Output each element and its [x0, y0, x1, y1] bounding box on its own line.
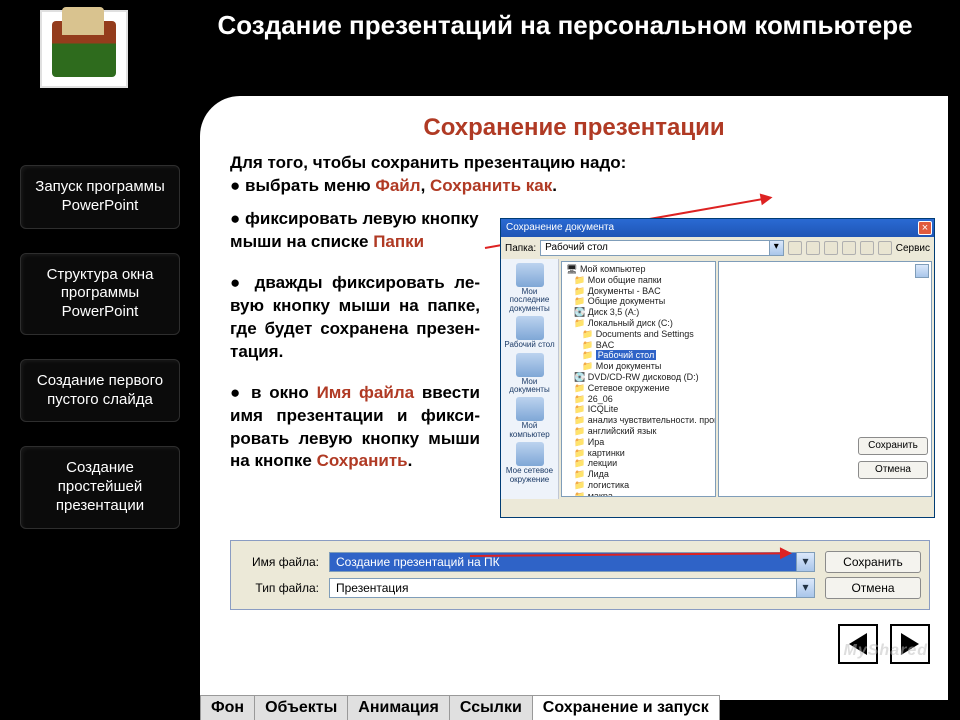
new-folder-icon[interactable] [860, 241, 874, 255]
chevron-down-icon[interactable]: ▾ [769, 241, 783, 255]
sidebar: Запуск программы PowerPoint Структура ок… [20, 165, 180, 553]
b4-prefix: ● в окно [230, 383, 317, 402]
filename-label: Имя файла: [239, 555, 319, 569]
bottom-tabs: ФонОбъектыАнимацияСсылкиСохранение и зап… [200, 692, 720, 720]
tree-item[interactable]: лекции [564, 458, 713, 469]
tab-4[interactable]: Сохранение и запуск [532, 695, 720, 720]
save-dialog-buttons: Сохранить Отмена [858, 437, 928, 479]
tree-item[interactable]: картинки [564, 448, 713, 459]
tree-item[interactable]: ICQLite [564, 404, 713, 415]
place-mydocs[interactable]: Мои документы [504, 353, 556, 395]
tree-item[interactable]: Documents and Settings [564, 329, 713, 340]
tree-item[interactable]: DVD/CD-RW дисковод (D:) [564, 372, 713, 383]
dialog-cancel-button[interactable]: Отмена [858, 461, 928, 479]
folder-tree[interactable]: Мой компьютерМои общие папкиДокументы - … [561, 261, 716, 497]
save-button[interactable]: Сохранить [825, 551, 921, 573]
filetype-label: Тип файла: [239, 581, 319, 595]
b1-saveas: Сохранить как [430, 176, 552, 195]
b4-red2: Сохранить [317, 451, 408, 470]
place-network[interactable]: Мое сетевое окружение [504, 442, 556, 484]
close-icon[interactable]: × [918, 221, 932, 235]
tab-3[interactable]: Ссылки [449, 695, 533, 720]
chevron-down-icon[interactable]: ▾ [796, 579, 814, 597]
search-icon[interactable] [824, 241, 838, 255]
tree-item[interactable]: анализ чувствительности. провер... [564, 415, 713, 426]
tree-item[interactable]: Общие документы [564, 296, 713, 307]
tree-item[interactable]: Рабочий стол [564, 350, 713, 361]
file-name-bar: Имя файла: Создание презентаций на ПК ▾ … [230, 540, 930, 610]
b2-prefix: ● фиксировать левую кнопку мыши на списк… [230, 209, 479, 251]
b3: ● дважды фиксировать ле- вую кнопку мыши… [230, 272, 480, 364]
tree-item[interactable]: Лида [564, 469, 713, 480]
folder-label: Папка: [505, 243, 536, 254]
folder-combo-value: Рабочий стол [545, 242, 608, 253]
b4-end: . [408, 451, 413, 470]
tree-item[interactable]: английский язык [564, 426, 713, 437]
intro-text: Для того, чтобы сохранить презентацию на… [200, 152, 948, 198]
list-chevron-down-icon[interactable] [915, 264, 929, 278]
tab-2[interactable]: Анимация [347, 695, 450, 720]
content-area: Сохранение презентации Для того, чтобы с… [200, 96, 948, 700]
section-title: Сохранение презентации [200, 114, 948, 142]
tree-item[interactable]: Мой компьютер [564, 264, 713, 275]
tree-item[interactable]: Мои общие папки [564, 275, 713, 286]
tree-item[interactable]: BAC [564, 340, 713, 351]
b2-red: Папки [373, 232, 424, 251]
delete-icon[interactable] [842, 241, 856, 255]
logo [40, 10, 128, 88]
tree-item[interactable]: макра [564, 491, 713, 497]
tree-item[interactable]: Мои документы [564, 361, 713, 372]
tree-item[interactable]: Локальный диск (C:) [564, 318, 713, 329]
filetype-value: Презентация [336, 581, 409, 595]
back-icon[interactable] [788, 241, 802, 255]
tree-item[interactable]: Ира [564, 437, 713, 448]
folder-combo[interactable]: Рабочий стол ▾ [540, 240, 784, 256]
logo-image [52, 21, 116, 77]
intro-line: Для того, чтобы сохранить презентацию на… [230, 153, 626, 172]
save-dialog-titlebar: Сохранение документа × [501, 219, 934, 237]
up-icon[interactable] [806, 241, 820, 255]
tab-0[interactable]: Фон [200, 695, 255, 720]
b1-end: . [552, 176, 557, 195]
tree-item[interactable]: Сетевое окружение [564, 383, 713, 394]
places-bar: Мои последние документы Рабочий стол Мои… [501, 259, 559, 499]
views-icon[interactable] [878, 241, 892, 255]
tree-item[interactable]: 26_06 [564, 394, 713, 405]
sidebar-item-launch[interactable]: Запуск программы PowerPoint [20, 165, 180, 229]
watermark: MyShared [844, 642, 928, 660]
b1-sep: , [421, 176, 430, 195]
save-dialog: Сохранение документа × Папка: Рабочий ст… [500, 218, 935, 518]
page-title: Создание презентаций на персональном ком… [190, 10, 940, 41]
tree-item[interactable]: Диск 3,5 (A:) [564, 307, 713, 318]
tab-1[interactable]: Объекты [254, 695, 348, 720]
place-recent[interactable]: Мои последние документы [504, 263, 556, 313]
toolbar-service[interactable]: Сервис [896, 243, 930, 254]
cancel-button[interactable]: Отмена [825, 577, 921, 599]
save-dialog-title: Сохранение документа [506, 222, 614, 233]
tree-item[interactable]: логистика [564, 480, 713, 491]
chevron-down-icon[interactable]: ▾ [796, 553, 814, 571]
save-dialog-toolbar: Папка: Рабочий стол ▾ Сервис [501, 237, 934, 259]
sidebar-item-window-structure[interactable]: Структура окна программы PowerPoint [20, 253, 180, 335]
tree-item[interactable]: Документы - BAC [564, 286, 713, 297]
filetype-input[interactable]: Презентация ▾ [329, 578, 815, 598]
b1-prefix: ● выбрать меню [230, 176, 375, 195]
filename-value: Создание презентаций на ПК [336, 555, 500, 569]
sidebar-item-first-slide[interactable]: Создание первого пустого слайда [20, 359, 180, 423]
b4-red1: Имя файла [317, 383, 415, 402]
explain-column: ● фиксировать левую кнопку мыши на списк… [230, 208, 480, 491]
place-mycomputer[interactable]: Мой компьютер [504, 397, 556, 439]
place-desktop[interactable]: Рабочий стол [504, 316, 556, 349]
b1-file: Файл [375, 176, 420, 195]
sidebar-item-simple-presentation[interactable]: Создание простейшей презентации [20, 446, 180, 528]
dialog-save-button[interactable]: Сохранить [858, 437, 928, 455]
